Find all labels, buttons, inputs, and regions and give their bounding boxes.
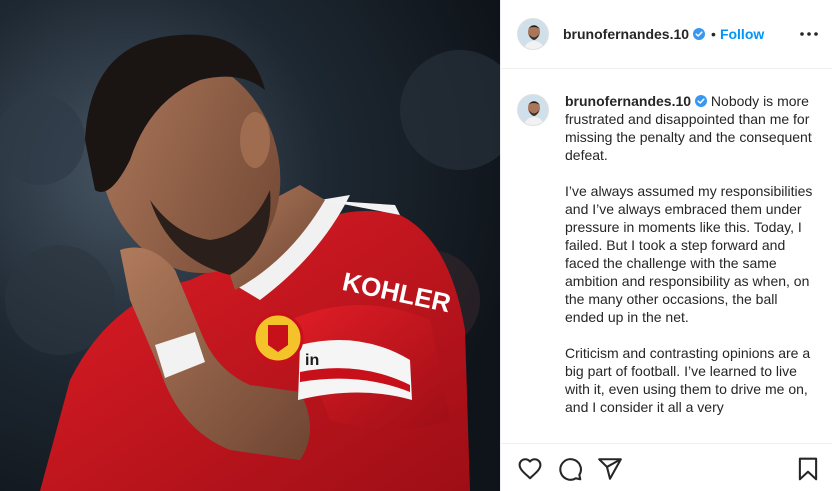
separator-dot: • [711, 26, 716, 42]
author-avatar[interactable] [517, 18, 549, 50]
post-caption: brunofernandes.10 Nobody is more frustra… [565, 92, 817, 443]
follow-button[interactable]: Follow [720, 26, 764, 42]
caption-username[interactable]: brunofernandes.10 [565, 93, 691, 109]
post-header: brunofernandes.10 • Follow [501, 0, 832, 69]
post-details-panel: brunofernandes.10 • Follow brunofernande… [500, 0, 832, 491]
verified-badge-icon [693, 28, 706, 40]
verified-badge-icon [695, 95, 708, 107]
heart-icon[interactable] [517, 456, 543, 482]
caption-section: brunofernandes.10 Nobody is more frustra… [501, 70, 832, 443]
author-username[interactable]: brunofernandes.10 [563, 26, 689, 42]
caption-paragraph-1: brunofernandes.10 Nobody is more frustra… [565, 92, 817, 164]
caption-paragraph-2: I’ve always assumed my responsibilities … [565, 183, 813, 325]
post-actions-bar [501, 443, 832, 491]
post-photo[interactable]: KOHLER in [0, 0, 500, 491]
caption-paragraph-3: Criticism and contrasting opinions are a… [565, 345, 811, 415]
share-icon[interactable] [597, 456, 623, 482]
bookmark-icon[interactable] [795, 456, 821, 482]
more-options-icon[interactable] [797, 22, 821, 46]
armband-text: in [305, 352, 319, 369]
comment-icon[interactable] [557, 456, 583, 482]
player-photo-illustration: KOHLER in [0, 0, 500, 491]
caption-author-avatar[interactable] [517, 94, 549, 126]
